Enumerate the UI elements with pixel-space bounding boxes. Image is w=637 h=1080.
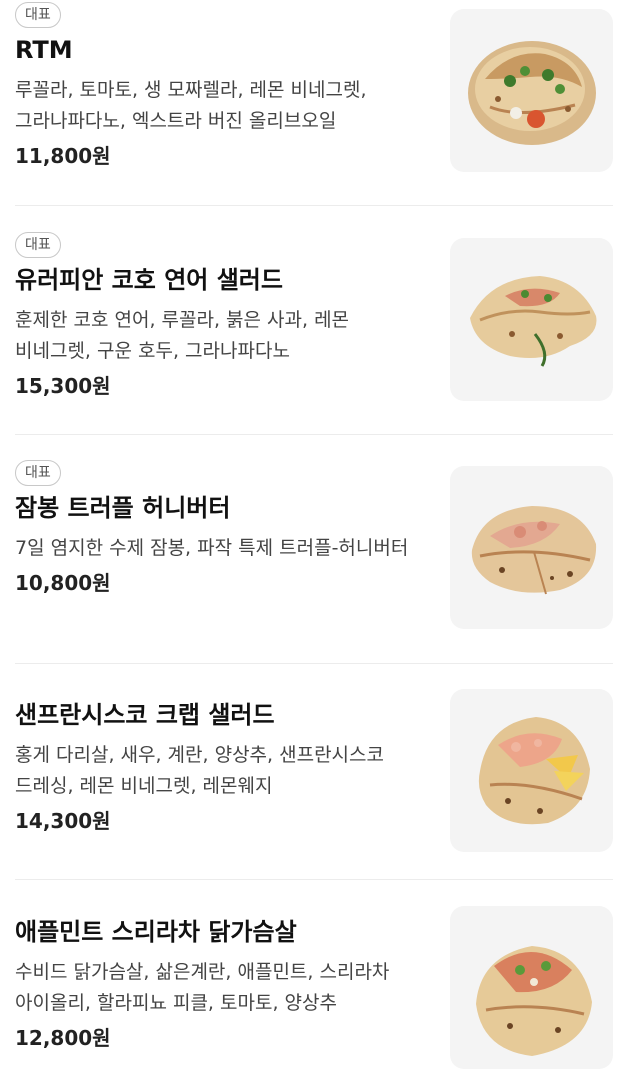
menu-item-name: 애플민트 스리라차 닭가슴살 — [15, 918, 297, 946]
menu-item-jambon-truffle[interactable]: 대표 잠봉 트러플 허니버터 7일 염지한 수제 잠봉, 파작 특제 트러플-허… — [0, 435, 637, 663]
menu-item-rtm[interactable]: 대표 RTM 루꼴라, 토마토, 생 모짜렐라, 레몬 비네그렛, 그라나파다노… — [0, 0, 637, 205]
menu-item-price: 11,800원 — [15, 144, 111, 168]
menu-item-name: 유러피안 코호 연어 샐러드 — [15, 266, 283, 294]
signature-badge: 대표 — [15, 460, 61, 486]
menu-item-coho-salmon-salad[interactable]: 대표 유러피안 코호 연어 샐러드 훈제한 코호 연어, 루꼴라, 붉은 사과,… — [0, 206, 637, 434]
menu-item-crab-salad[interactable]: 샌프란시스코 크랩 샐러드 홍게 다리살, 새우, 계란, 양상추, 샌프란시스… — [0, 664, 637, 879]
menu-item-price: 10,800원 — [15, 571, 111, 595]
menu-item-description: 훈제한 코호 연어, 루꼴라, 붉은 사과, 레몬 비네그렛, 구운 호두, 그… — [15, 309, 350, 362]
menu-item-description: 수비드 닭가슴살, 삶은계란, 애플민트, 스리라차 아이올리, 할라피뇨 피클… — [15, 961, 390, 1014]
menu-item-price: 15,300원 — [15, 374, 111, 398]
pizza-sandwich-image — [450, 466, 613, 629]
signature-badge: 대표 — [15, 232, 61, 258]
pizza-sandwich-image — [450, 689, 613, 852]
menu-item-description: 7일 염지한 수제 잠봉, 파작 특제 트러플-허니버터 — [15, 537, 409, 559]
menu-item-applemint-sriracha-chicken[interactable]: 애플민트 스리라차 닭가슴살 수비드 닭가슴살, 삶은계란, 애플민트, 스리라… — [0, 880, 637, 1080]
menu-item-description: 루꼴라, 토마토, 생 모짜렐라, 레몬 비네그렛, 그라나파다노, 엑스트라 … — [15, 79, 367, 132]
menu-item-name: 잠봉 트러플 허니버터 — [15, 494, 231, 522]
pizza-sandwich-image — [450, 906, 613, 1069]
pizza-sandwich-image — [450, 9, 613, 172]
pizza-sandwich-image — [450, 238, 613, 401]
signature-badge: 대표 — [15, 2, 61, 28]
menu-item-description: 홍게 다리살, 새우, 계란, 양상추, 샌프란시스코 드레싱, 레몬 비네그렛… — [15, 744, 384, 797]
menu-item-name: 샌프란시스코 크랩 샐러드 — [15, 701, 275, 729]
menu-item-price: 12,800원 — [15, 1026, 111, 1050]
menu-item-price: 14,300원 — [15, 809, 111, 833]
menu-item-name: RTM — [15, 36, 73, 64]
